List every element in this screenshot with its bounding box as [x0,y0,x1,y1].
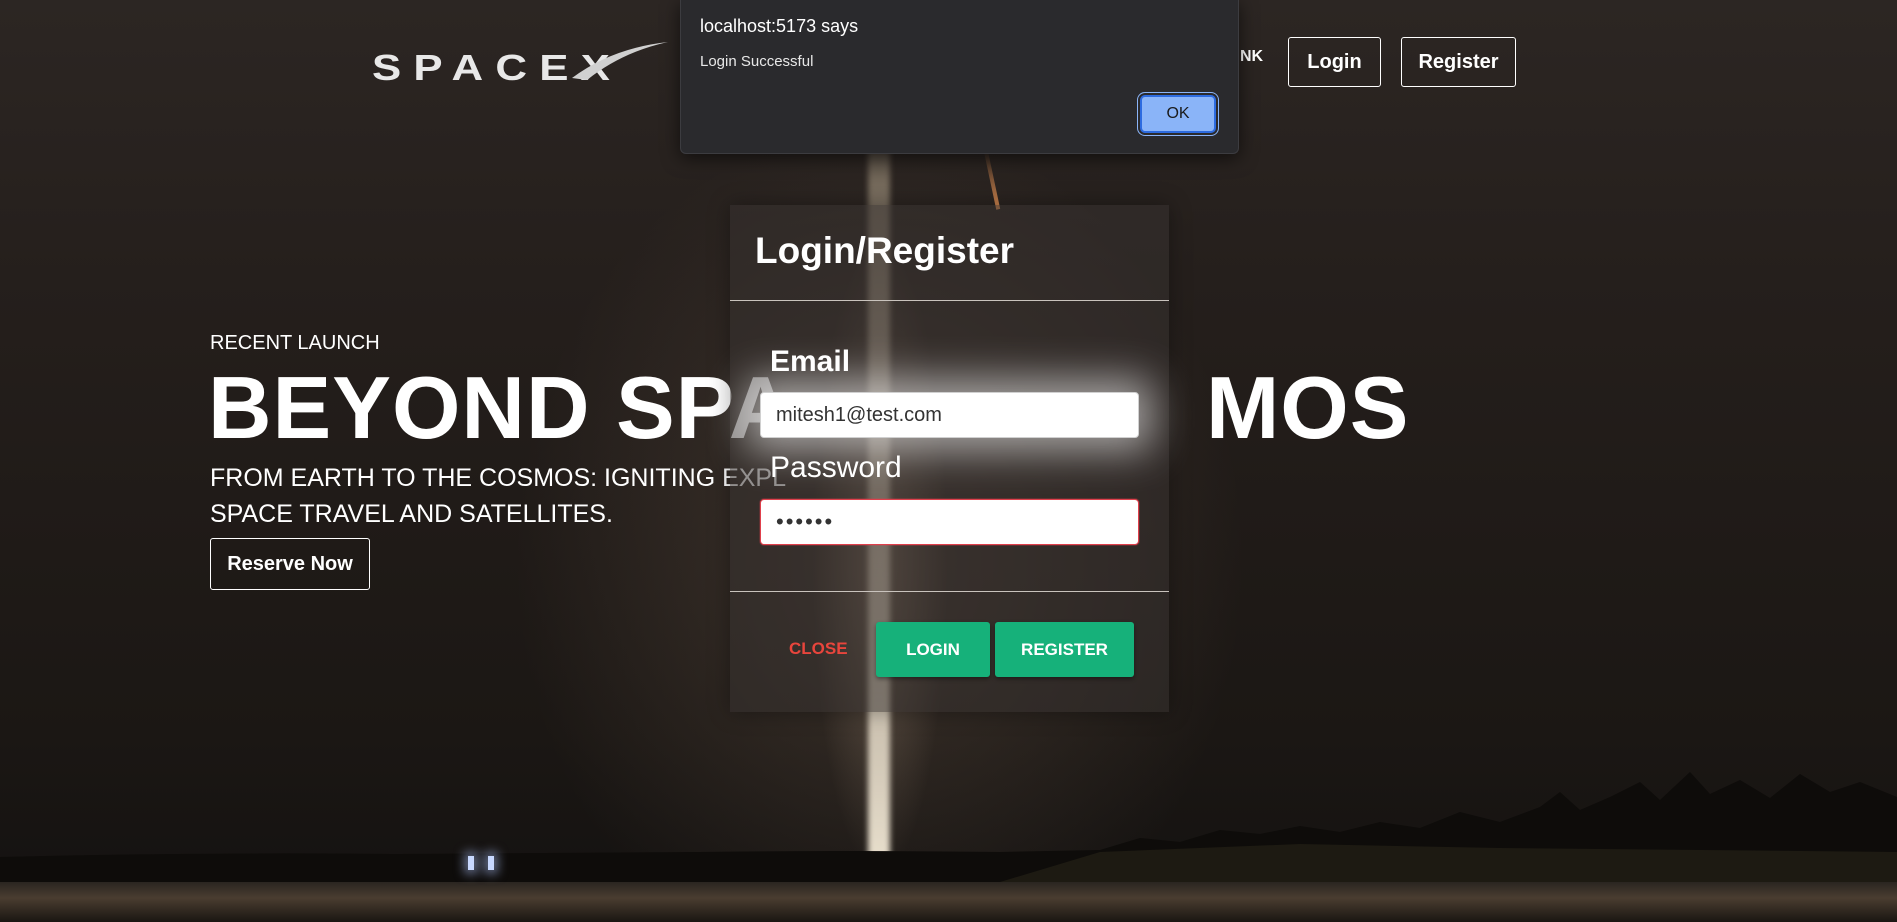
page: SPACEX NK Login Register RECENT LAUNCH B… [0,0,1897,922]
modal-divider-top [730,300,1169,301]
modal-divider-bottom [730,591,1169,592]
password-value: •••••• [776,509,835,534]
email-value: mitesh1@test.com [776,403,942,426]
email-label: Email [770,345,851,378]
launchpad-light [468,856,474,870]
water-reflection [0,882,1897,922]
close-button[interactable]: CLOSE [789,639,848,659]
nav-link-partial[interactable]: NK [1240,48,1263,66]
logo-wordmark: SPACEX [372,47,622,88]
alert-message: Login Successful [700,53,814,70]
booster-streak [983,150,1001,210]
launchpad-light [488,856,494,870]
password-label: Password [770,451,902,484]
email-field[interactable]: mitesh1@test.com [760,392,1139,438]
modal-title: Login/Register [755,230,1015,271]
spacex-logo[interactable]: SPACEX [372,38,672,88]
register-button[interactable]: REGISTER [995,622,1134,677]
reserve-now-button[interactable]: Reserve Now [210,538,370,590]
browser-alert-dialog: localhost:5173 says Login Successful OK [680,0,1239,154]
hero-eyebrow: RECENT LAUNCH [210,332,380,354]
hero-title-visible-end: MOS [1206,358,1410,457]
nav-register-button[interactable]: Register [1401,37,1516,87]
login-button[interactable]: LOGIN [876,622,990,677]
horizon-treeline [0,772,1897,882]
login-register-modal: Login/Register Email mitesh1@test.com Pa… [730,205,1169,712]
alert-title: localhost:5173 says [700,16,859,36]
alert-ok-button[interactable]: OK [1140,95,1216,133]
password-field[interactable]: •••••• [760,499,1139,545]
hero-title-visible-start: BEYOND SPA [208,358,791,457]
nav-login-button[interactable]: Login [1288,37,1381,87]
